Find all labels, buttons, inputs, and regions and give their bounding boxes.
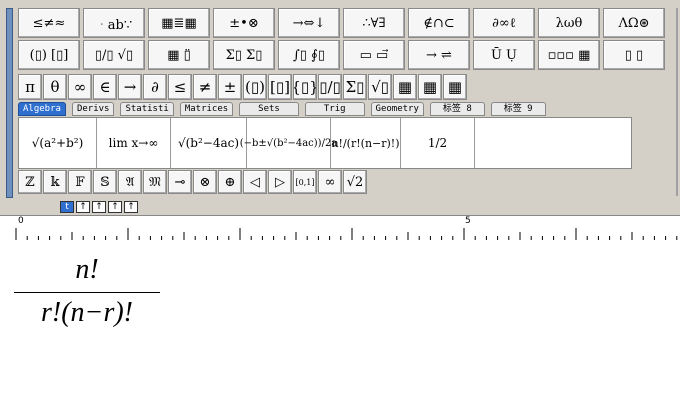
template-discriminant[interactable]: √(b²−4ac): [171, 118, 247, 168]
tab-matrices[interactable]: Matrices: [179, 102, 234, 116]
equation-toolbar: ≤≠≈ ᆞab∵ ▦≣▦ ±•⊗ →⇔↓ ∴∀∃ ∉∩⊂ ∂∞ℓ λωθ ΛΩ⊛…: [0, 0, 680, 200]
equation-fraction[interactable]: n! r!(n−r)!: [14, 254, 160, 329]
tab-trig[interactable]: Trig: [304, 102, 365, 116]
summation-button[interactable]: Σ▯: [343, 74, 367, 100]
template-combination[interactable]: n!/(r!(n−r)!): [331, 118, 401, 168]
parentheses-button[interactable]: (▯): [243, 74, 267, 100]
font-symbols-row: ℤ 𝕜 𝔽 𝕊 𝔄 𝔐 ⊸ ⊗ ⊕ ◁ ▷ [0,1] ∞ √2: [18, 170, 368, 194]
field-k-button[interactable]: 𝕜: [43, 170, 67, 194]
matrix-templates-button[interactable]: ▫▫▫ ▦: [538, 40, 600, 70]
circled-plus-button[interactable]: ⊕: [218, 170, 242, 194]
ruler-label-0: 0: [18, 216, 24, 226]
symbol-palette-row: ≤≠≈ ᆞab∵ ▦≣▦ ±•⊗ →⇔↓ ∴∀∃ ∉∩⊂ ∂∞ℓ λωθ ΛΩ⊛: [18, 8, 668, 38]
toolbar-edge: [676, 8, 678, 196]
partial-button[interactable]: ∂: [143, 74, 167, 100]
field-f-button[interactable]: 𝔽: [68, 170, 92, 194]
greek-uppercase-button[interactable]: ΛΩ⊛: [603, 8, 665, 38]
summation-templates-button[interactable]: Σ▯ Σ▯: [213, 40, 275, 70]
relational-symbols-button[interactable]: ≤≠≈: [18, 8, 80, 38]
less-equal-button[interactable]: ≤: [168, 74, 192, 100]
right-arrow-button[interactable]: →: [118, 74, 142, 100]
products-set-templates-button[interactable]: Ū Ụ: [473, 40, 535, 70]
not-equal-button[interactable]: ≠: [193, 74, 217, 100]
spaces-ellipses-button[interactable]: ᆞab∵: [83, 8, 145, 38]
infinity-small-button[interactable]: ∞: [318, 170, 342, 194]
template-empty: [475, 118, 631, 168]
interval-button[interactable]: [0,1]: [293, 170, 317, 194]
tab-algebra[interactable]: Algebra: [18, 102, 66, 116]
multimap-button[interactable]: ⊸: [168, 170, 192, 194]
nudge-up-3-button[interactable]: ↑: [108, 201, 122, 213]
fraction-radical-button[interactable]: ▯/▯ √▯: [83, 40, 145, 70]
logical-symbols-button[interactable]: ∴∀∃: [343, 8, 405, 38]
ruler-ticks: [15, 228, 678, 240]
misc-symbols-button[interactable]: ∂∞ℓ: [473, 8, 535, 38]
sphere-symbol-button[interactable]: 𝕊: [93, 170, 117, 194]
infinity-button[interactable]: ∞: [68, 74, 92, 100]
embellishments-button[interactable]: ▦≣▦: [148, 8, 210, 38]
tab-statistics[interactable]: Statisti: [120, 102, 174, 116]
ruler-label-5: 5: [465, 216, 471, 226]
element-of-button[interactable]: ∈: [93, 74, 117, 100]
fence-templates-button[interactable]: (▯) [▯]: [18, 40, 80, 70]
tab-sets[interactable]: Sets: [239, 102, 299, 116]
tab-8[interactable]: 标签 8: [429, 102, 485, 116]
sub-superscript-button[interactable]: ▦: [443, 74, 467, 100]
template-palette-row: (▯) [▯] ▯/▯ √▯ ▦ ▯̈ Σ▯ Σ▯ ∫▯ ∮▯ ▭ ▭⃗ → ⇌…: [18, 40, 668, 70]
template-tabs: Algebra Derivs Statisti Matrices Sets Tr…: [18, 102, 552, 116]
equation-numerator[interactable]: n!: [14, 254, 160, 286]
template-pythagoras[interactable]: √(a²+b²): [19, 118, 97, 168]
operator-symbols-button[interactable]: ±•⊗: [213, 8, 275, 38]
template-limit[interactable]: lim x→∞: [97, 118, 171, 168]
nudge-up-4-button[interactable]: ↑: [124, 201, 138, 213]
equation-editor-area[interactable]: n! r!(n−r)!: [0, 240, 680, 394]
set-theory-button[interactable]: ∉∩⊂: [408, 8, 470, 38]
nudge-up-button[interactable]: ↑: [76, 201, 90, 213]
tab-derivs[interactable]: Derivs: [71, 102, 115, 116]
fraction-button[interactable]: ▯/▯: [318, 74, 342, 100]
superscript-button[interactable]: ▦: [393, 74, 417, 100]
tab-9[interactable]: 标签 9: [490, 102, 546, 116]
integral-templates-button[interactable]: ∫▯ ∮▯: [278, 40, 340, 70]
nudge-up-2-button[interactable]: ↑: [92, 201, 106, 213]
fraction-bar: [14, 292, 160, 293]
quick-symbols-row: π θ ∞ ∈ → ∂ ≤ ≠ ± (▯) [▯] {▯} ▯/▯ Σ▯ √▯ …: [18, 74, 468, 100]
equation-denominator[interactable]: r!(n−r)!: [14, 297, 160, 329]
plus-minus-button[interactable]: ±: [218, 74, 242, 100]
text-style-button[interactable]: t: [60, 201, 74, 213]
integers-symbol-button[interactable]: ℤ: [18, 170, 42, 194]
square-root-button[interactable]: √▯: [368, 74, 392, 100]
braces-button[interactable]: {▯}: [293, 74, 317, 100]
sqrt-two-button[interactable]: √2: [343, 170, 367, 194]
ruler: 0 5: [0, 215, 680, 241]
subscript-button[interactable]: ▦: [418, 74, 442, 100]
brackets-button[interactable]: [▯]: [268, 74, 292, 100]
template-bar: √(a²+b²) lim x→∞ √(b²−4ac) (−b±√(b²−4ac)…: [18, 117, 632, 169]
template-half[interactable]: 1/2: [401, 118, 475, 168]
right-triangle-button[interactable]: ▷: [268, 170, 292, 194]
circled-times-button[interactable]: ⊗: [193, 170, 217, 194]
fraktur-m-button[interactable]: 𝔐: [143, 170, 167, 194]
arrow-symbols-button[interactable]: →⇔↓: [278, 8, 340, 38]
tab-geometry[interactable]: Geometry: [370, 102, 424, 116]
labeled-arrow-button[interactable]: → ⇌: [408, 40, 470, 70]
bar-arrow-templates-button[interactable]: ▭ ▭⃗: [343, 40, 405, 70]
pi-button[interactable]: π: [18, 74, 42, 100]
greek-lowercase-button[interactable]: λωθ: [538, 8, 600, 38]
template-quadratic[interactable]: (−b±√(b²−4ac))/2a: [240, 118, 337, 168]
left-triangle-button[interactable]: ◁: [243, 170, 267, 194]
subscript-superscript-button[interactable]: ▦ ▯̈: [148, 40, 210, 70]
size-controls: t ↑ ↑ ↑ ↑: [60, 201, 140, 213]
toolbar-grip[interactable]: [6, 8, 13, 198]
fraktur-a-button[interactable]: 𝔄: [118, 170, 142, 194]
box-templates-button[interactable]: ▯ ▯: [603, 40, 665, 70]
theta-button[interactable]: θ: [43, 74, 67, 100]
